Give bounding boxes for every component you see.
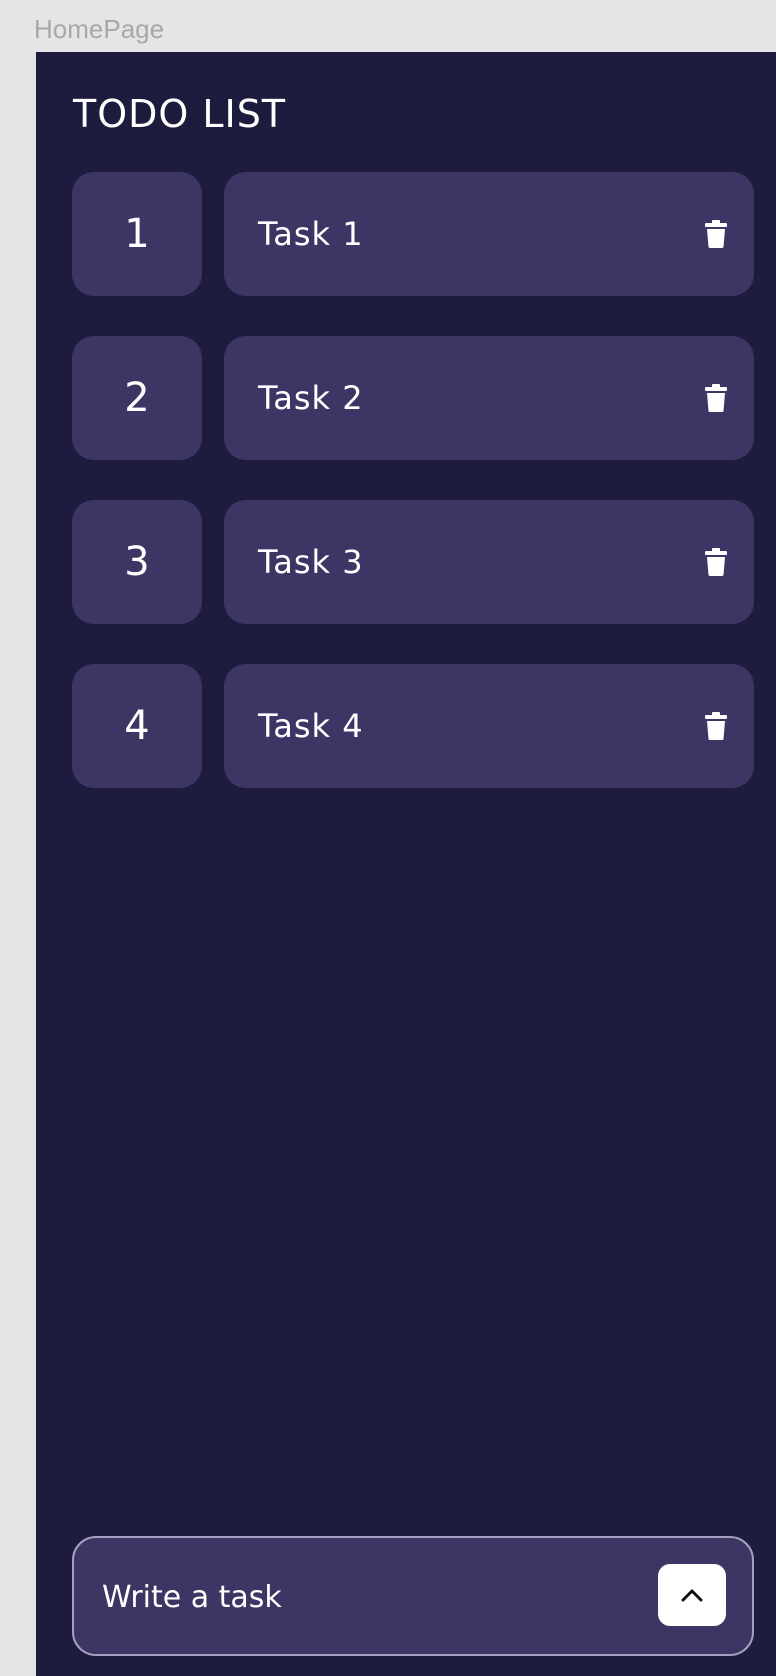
- task-row: 3 Task 3: [72, 500, 776, 624]
- task-input[interactable]: [100, 1538, 624, 1656]
- task-composer: [72, 1536, 754, 1656]
- task-number-badge: 1: [72, 172, 202, 296]
- task-text: Task 1: [258, 215, 364, 253]
- task-card[interactable]: Task 3: [224, 500, 754, 624]
- task-number-badge: 3: [72, 500, 202, 624]
- delete-task-button[interactable]: [700, 710, 732, 742]
- page-title: TODO LIST: [73, 92, 287, 136]
- task-row: 1 Task 1: [72, 172, 776, 296]
- task-row: 2 Task 2: [72, 336, 776, 460]
- task-text: Task 3: [258, 543, 364, 581]
- frame-label: HomePage: [34, 14, 165, 44]
- delete-task-button[interactable]: [700, 218, 732, 250]
- delete-task-button[interactable]: [700, 546, 732, 578]
- delete-task-button[interactable]: [700, 382, 732, 414]
- task-number-badge: 2: [72, 336, 202, 460]
- trash-icon: [705, 712, 727, 740]
- task-text: Task 4: [258, 707, 364, 745]
- chevron-up-icon: [681, 1589, 703, 1602]
- trash-icon: [705, 384, 727, 412]
- task-card[interactable]: Task 4: [224, 664, 754, 788]
- task-card[interactable]: Task 1: [224, 172, 754, 296]
- app-screen: TODO LIST 1 Task 1 2 Task 2 3 Task 3 4 T…: [36, 52, 776, 1676]
- add-task-button[interactable]: [658, 1564, 726, 1626]
- task-number-badge: 4: [72, 664, 202, 788]
- task-text: Task 2: [258, 379, 364, 417]
- task-card[interactable]: Task 2: [224, 336, 754, 460]
- task-row: 4 Task 4: [72, 664, 776, 788]
- trash-icon: [705, 548, 727, 576]
- trash-icon: [705, 220, 727, 248]
